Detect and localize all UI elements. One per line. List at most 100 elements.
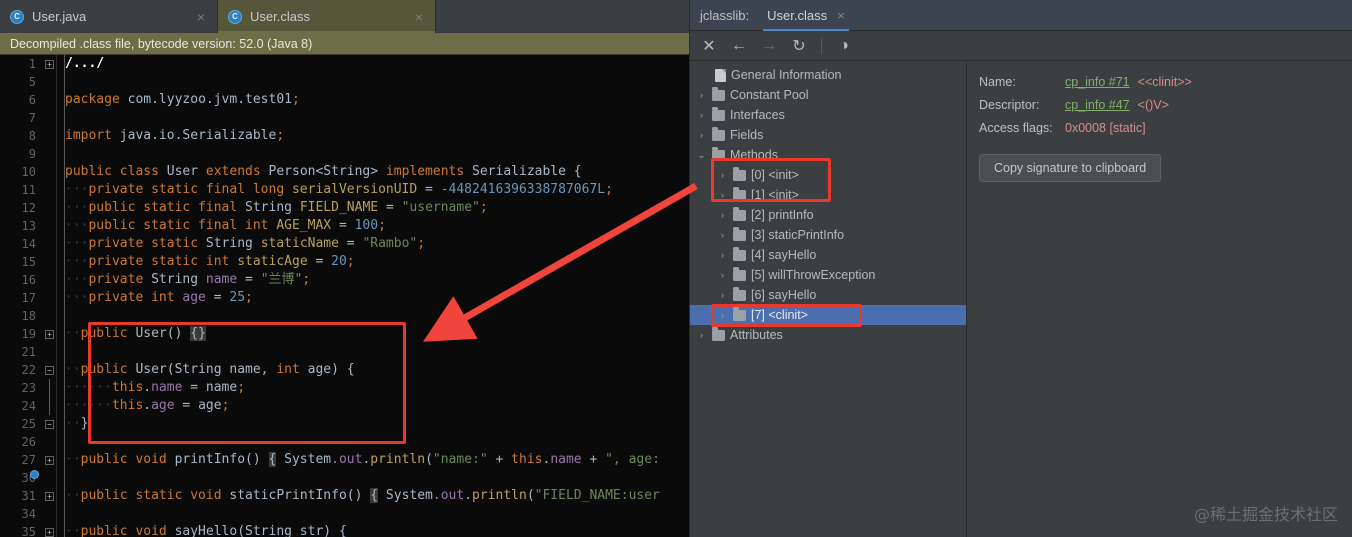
jclasslib-tab-user-class[interactable]: User.class ×	[763, 0, 849, 31]
code-line: 26	[0, 433, 689, 451]
fold-toggle-icon[interactable]: +	[42, 325, 57, 343]
tree-item-label: [5] willThrowException	[751, 268, 876, 282]
line-number: 13	[21, 219, 36, 233]
fold-toggle-icon[interactable]: +	[42, 55, 57, 73]
tree-item-label: [3] staticPrintInfo	[751, 228, 845, 242]
code-line: 34	[0, 505, 689, 523]
folder-icon	[733, 207, 746, 221]
tree-item-method-1-init[interactable]: › [1] <init>	[690, 185, 966, 205]
code-text: ···public static final int AGE_MAX = 100…	[65, 218, 386, 233]
chevron-right-icon[interactable]: ›	[717, 190, 728, 200]
line-number: 22	[21, 363, 36, 377]
tree-item-label: Fields	[730, 128, 764, 142]
chevron-right-icon[interactable]: ›	[717, 310, 728, 320]
folder-icon	[712, 147, 725, 161]
chevron-right-icon[interactable]: ›	[696, 130, 707, 140]
code-line: 19 + ··public User() {}	[0, 325, 689, 343]
tree-item-general-information[interactable]: General Information	[690, 65, 966, 85]
code-text: ··public User() {}	[65, 326, 206, 341]
code-line: 5	[0, 73, 689, 91]
java-class-icon: C	[10, 9, 24, 24]
chevron-right-icon[interactable]: ›	[717, 210, 728, 220]
line-number: 10	[21, 165, 36, 179]
code-text: ··public void sayHello(String str) {	[65, 524, 347, 537]
editor-tab-close-icon[interactable]: ×	[179, 10, 205, 24]
editor-tab-user-java[interactable]: C User.java ×	[0, 0, 218, 33]
class-structure-tree[interactable]: General Information › Constant Pool › In…	[690, 61, 967, 537]
code-text: ······this.age = age;	[65, 398, 230, 413]
chevron-right-icon[interactable]: ›	[717, 290, 728, 300]
tree-item-constant-pool[interactable]: › Constant Pool	[690, 85, 966, 105]
detail-row-name: Name: cp_info #71 <<clinit>>	[979, 75, 1352, 89]
tree-item-attributes[interactable]: › Attributes	[690, 325, 966, 345]
jclasslib-tab-close-icon[interactable]: ×	[837, 8, 845, 23]
tree-item-method-2-printinfo[interactable]: › [2] printInfo	[690, 205, 966, 225]
folder-icon	[733, 307, 746, 321]
line-number: 16	[21, 273, 36, 287]
line-number: 23	[21, 381, 36, 395]
editor-tab-close-icon[interactable]: ×	[397, 10, 423, 24]
chevron-right-icon[interactable]: ›	[696, 90, 707, 100]
fold-toggle-icon[interactable]: −	[42, 361, 57, 379]
tree-item-interfaces[interactable]: › Interfaces	[690, 105, 966, 125]
chevron-right-icon[interactable]: ›	[717, 170, 728, 180]
jclasslib-body: General Information › Constant Pool › In…	[690, 61, 1352, 537]
file-icon	[715, 68, 726, 82]
editor-tab-user-class[interactable]: C User.class ×	[218, 0, 436, 33]
tree-item-method-0-init[interactable]: › [0] <init>	[690, 165, 966, 185]
line-number: 19	[21, 327, 36, 341]
copy-signature-button[interactable]: Copy signature to clipboard	[979, 154, 1162, 182]
close-icon[interactable]: ✕	[696, 34, 722, 58]
tree-item-fields[interactable]: › Fields	[690, 125, 966, 145]
chevron-right-icon[interactable]: ›	[717, 230, 728, 240]
code-line: 7	[0, 109, 689, 127]
tree-item-method-4-sayhello[interactable]: › [4] sayHello	[690, 245, 966, 265]
decompiled-notice-banner: Decompiled .class file, bytecode version…	[0, 33, 689, 55]
line-number: 18	[21, 309, 36, 323]
code-line: 21	[0, 343, 689, 361]
fold-toggle-icon[interactable]: +	[42, 451, 57, 469]
chevron-right-icon[interactable]: ›	[717, 250, 728, 260]
tree-item-methods[interactable]: ⌄ Methods	[690, 145, 966, 165]
tree-item-method-7-clinit[interactable]: › [7] <clinit>	[690, 305, 966, 325]
fold-toggle-icon[interactable]: +	[42, 523, 57, 537]
back-icon[interactable]: ←	[726, 34, 752, 58]
chevron-down-icon[interactable]: ⌄	[696, 150, 707, 161]
line-number: 8	[28, 129, 36, 143]
tree-item-label: [4] sayHello	[751, 248, 817, 262]
fold-toggle-icon[interactable]: +	[42, 487, 57, 505]
code-line: 9	[0, 145, 689, 163]
code-area[interactable]: 1 + /.../ 5 6 package com.lyyzoo.jvm.test01…	[0, 55, 689, 537]
chevron-right-icon[interactable]: ›	[696, 110, 707, 120]
chevron-right-icon[interactable]: ›	[717, 270, 728, 280]
reload-icon[interactable]: ↻	[786, 34, 812, 58]
chevron-right-icon[interactable]: ›	[696, 330, 707, 340]
code-text: ···private static int staticAge = 20;	[65, 254, 355, 269]
breakpoint-icon[interactable]	[30, 470, 39, 479]
detail-flags-value: 0x0008 [static]	[1065, 121, 1146, 135]
tree-item-method-3-staticprintinfo[interactable]: › [3] staticPrintInfo	[690, 225, 966, 245]
tree-item-method-5-willthrowexception[interactable]: › [5] willThrowException	[690, 265, 966, 285]
code-line: 6 package com.lyyzoo.jvm.test01;	[0, 91, 689, 109]
fold-guide	[42, 379, 57, 397]
code-text: public class User extends Person<String>…	[65, 164, 582, 179]
tree-item-method-6-sayhello[interactable]: › [6] sayHello	[690, 285, 966, 305]
constant-pool-link[interactable]: cp_info #47	[1065, 98, 1130, 112]
constant-pool-link[interactable]: cp_info #71	[1065, 75, 1130, 89]
fold-toggle-icon[interactable]: −	[42, 415, 57, 433]
detail-row-access-flags: Access flags: 0x0008 [static]	[979, 121, 1352, 135]
jclasslib-toolbar: ✕ ← → ↻ ◑	[690, 31, 1352, 61]
browse-icon[interactable]: ◑	[831, 34, 857, 58]
